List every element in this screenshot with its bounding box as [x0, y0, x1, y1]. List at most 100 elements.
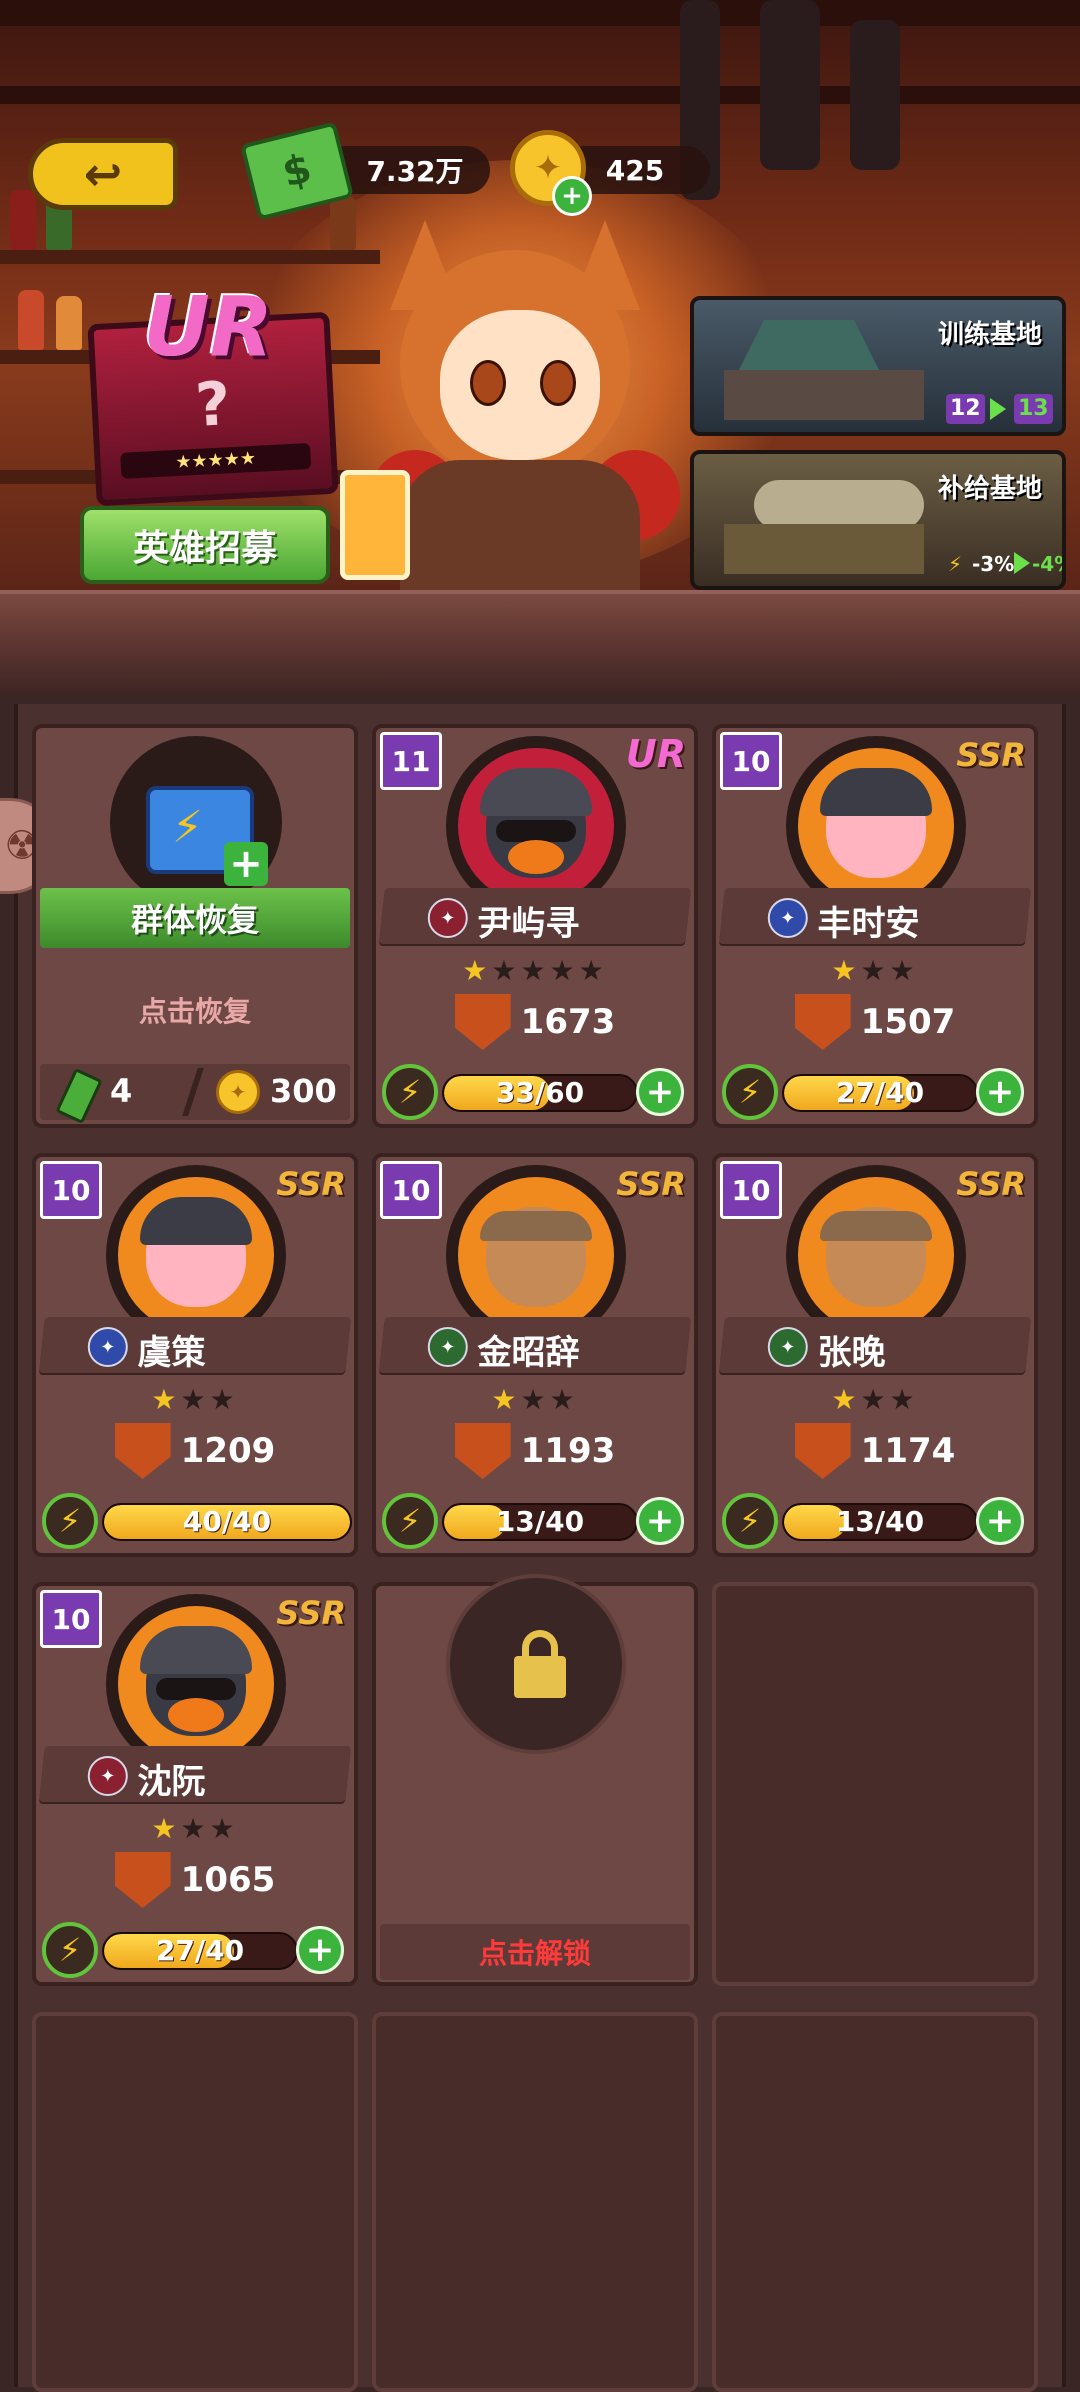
star-filled-icon: ★ — [151, 1383, 181, 1416]
group-heal-title: 群体恢复 — [40, 888, 350, 948]
add-energy-button[interactable]: + — [636, 1497, 684, 1545]
hero-name-bar: ✦ 丰时安 — [719, 888, 1031, 944]
power-shield-icon — [794, 1423, 851, 1479]
hero-level-badge: 10 — [40, 1161, 102, 1219]
hero-card[interactable]: 10 SSR ✦ 丰时安 ★★★ 1507 ⚡ 27/40 + — [712, 724, 1038, 1128]
hero-name-bar: ✦ 张晚 — [719, 1317, 1031, 1373]
base-building — [724, 524, 924, 574]
hero-card[interactable]: 10 SSR ✦ 张晚 ★★★ 1174 ⚡ 13/40 + — [712, 1153, 1038, 1557]
energy-bar: 40/40 — [102, 1503, 352, 1541]
hero-name-bar: ✦ 尹屿寻 — [379, 888, 691, 944]
back-button[interactable]: ↩ — [28, 138, 178, 210]
medkit-icon: ⚡ + — [110, 736, 282, 908]
power-shield-icon — [794, 994, 851, 1050]
recruit-stars: ★★★★★ — [120, 442, 312, 479]
gold-amount: 425 — [605, 153, 665, 187]
hero-stars: ★★★ — [376, 1383, 694, 1416]
supply-base-title: 补给基地 — [937, 474, 1042, 504]
face — [440, 310, 600, 460]
hero-name: 虞策 — [137, 1333, 206, 1373]
energy-value: 13/40 — [835, 1505, 925, 1538]
hero-name: 丰时安 — [817, 904, 920, 944]
energy-value: 13/40 — [495, 1505, 585, 1538]
tap-to-unlock-label[interactable]: 点击解锁 — [380, 1924, 690, 1980]
power-shield-icon — [454, 994, 511, 1050]
energy-value: 27/40 — [155, 1934, 245, 1967]
eye — [540, 360, 576, 406]
energy-bolt-icon: ⚡ — [382, 1493, 438, 1549]
hero-card[interactable]: 10 SSR ✦ 沈阮 ★★★ 1065 ⚡ 27/40 + — [32, 1582, 358, 1986]
pipe-decor — [760, 0, 820, 170]
arrow-right-icon — [1014, 552, 1030, 574]
hero-level-badge: 10 — [720, 732, 782, 790]
hero-class-icon: ✦ — [767, 898, 808, 938]
power-shield-icon — [114, 1423, 171, 1479]
star-empty-icon: ★ — [860, 1383, 890, 1416]
energy-value: 40/40 — [182, 1505, 272, 1538]
bottle-decor — [10, 190, 36, 250]
plus-icon: + — [224, 842, 268, 886]
hero-recruit-button[interactable]: 英雄招募 — [80, 506, 330, 584]
add-energy-button[interactable]: + — [296, 1926, 344, 1974]
bolt-icon: ⚡ — [172, 802, 203, 853]
hero-name-bar: ✦ 沈阮 — [39, 1746, 351, 1802]
supply-to: -4% — [1032, 552, 1062, 576]
empty-hero-slot — [712, 2012, 1038, 2392]
star-empty-icon: ★ — [520, 1383, 550, 1416]
hero-card[interactable]: 10 SSR ✦ 金昭辞 ★★★ 1193 ⚡ 13/40 + — [372, 1153, 698, 1557]
add-energy-button[interactable]: + — [976, 1068, 1024, 1116]
portrait-bg — [118, 1177, 274, 1333]
base-level-to: 13 — [1014, 394, 1053, 424]
base-level-from: 12 — [946, 394, 985, 424]
bottle-decor — [56, 296, 82, 350]
portrait-bg — [798, 1177, 954, 1333]
bar-counter — [0, 590, 1080, 694]
locked-hero-slot[interactable]: 点击解锁 — [372, 1574, 698, 1986]
hero-power-value: 1174 — [860, 1431, 956, 1471]
add-gold-button[interactable]: + — [552, 176, 592, 216]
hero-power-value: 1193 — [520, 1431, 616, 1471]
hero-power: 1065 — [36, 1852, 354, 1908]
hero-energy: ⚡ 33/60 + — [382, 1064, 688, 1120]
energy-value: 33/60 — [495, 1076, 585, 1109]
tap-to-heal-hint[interactable]: 点击恢复 — [36, 990, 354, 1030]
hero-power: 1209 — [36, 1423, 354, 1479]
arrow-right-icon — [990, 398, 1006, 420]
beak — [508, 840, 564, 874]
hero-power: 1174 — [716, 1423, 1034, 1479]
energy-bolt-icon: ⚡ — [382, 1064, 438, 1120]
headband — [820, 1211, 932, 1241]
lock-circle — [446, 1574, 626, 1754]
hero-name: 张晚 — [817, 1333, 886, 1373]
hero-class-icon: ✦ — [427, 1327, 468, 1367]
hero-level-badge: 11 — [380, 732, 442, 790]
helmet — [480, 768, 592, 816]
hero-level-badge: 10 — [380, 1161, 442, 1219]
portrait-bg — [458, 1177, 614, 1333]
hero-stars: ★★★★★ — [376, 954, 694, 987]
training-base-panel[interactable]: 训练基地 12 13 — [690, 296, 1066, 436]
star-filled-icon: ★ — [831, 1383, 861, 1416]
gold-coin-icon: ✦ — [216, 1070, 260, 1114]
add-energy-button[interactable]: + — [636, 1068, 684, 1116]
pipe-decor — [850, 20, 900, 170]
hero-energy: ⚡ 13/40 + — [382, 1493, 688, 1549]
energy-value: 27/40 — [835, 1076, 925, 1109]
hero-card[interactable]: 11 UR ✦ 尹屿寻 ★★★★★ 1673 ⚡ 33/60 + — [372, 724, 698, 1128]
ceiling-beam — [0, 86, 1080, 104]
group-heal-card[interactable]: ⚡ + 群体恢复 点击恢复 4 ✦ 300 — [32, 724, 358, 1128]
goggles — [496, 820, 576, 842]
hero-energy: ⚡ 13/40 + — [722, 1493, 1028, 1549]
supply-from: -3% — [972, 552, 1015, 576]
hero-card[interactable]: 10 SSR ✦ 虞策 ★★★ 1209 ⚡ 40/40 — [32, 1153, 358, 1557]
energy-bolt-icon: ⚡ — [42, 1922, 98, 1978]
rarity-badge: SSR — [276, 1594, 346, 1632]
eye — [470, 360, 506, 406]
bottle-decor — [330, 196, 356, 250]
add-energy-button[interactable]: + — [976, 1497, 1024, 1545]
ear — [570, 220, 640, 310]
supply-base-panel[interactable]: 补给基地 ⚡ -3% -4% — [690, 450, 1066, 590]
portrait-bg — [118, 1606, 274, 1762]
hero-power-value: 1673 — [520, 1002, 616, 1042]
hero-name: 金昭辞 — [477, 1333, 580, 1373]
